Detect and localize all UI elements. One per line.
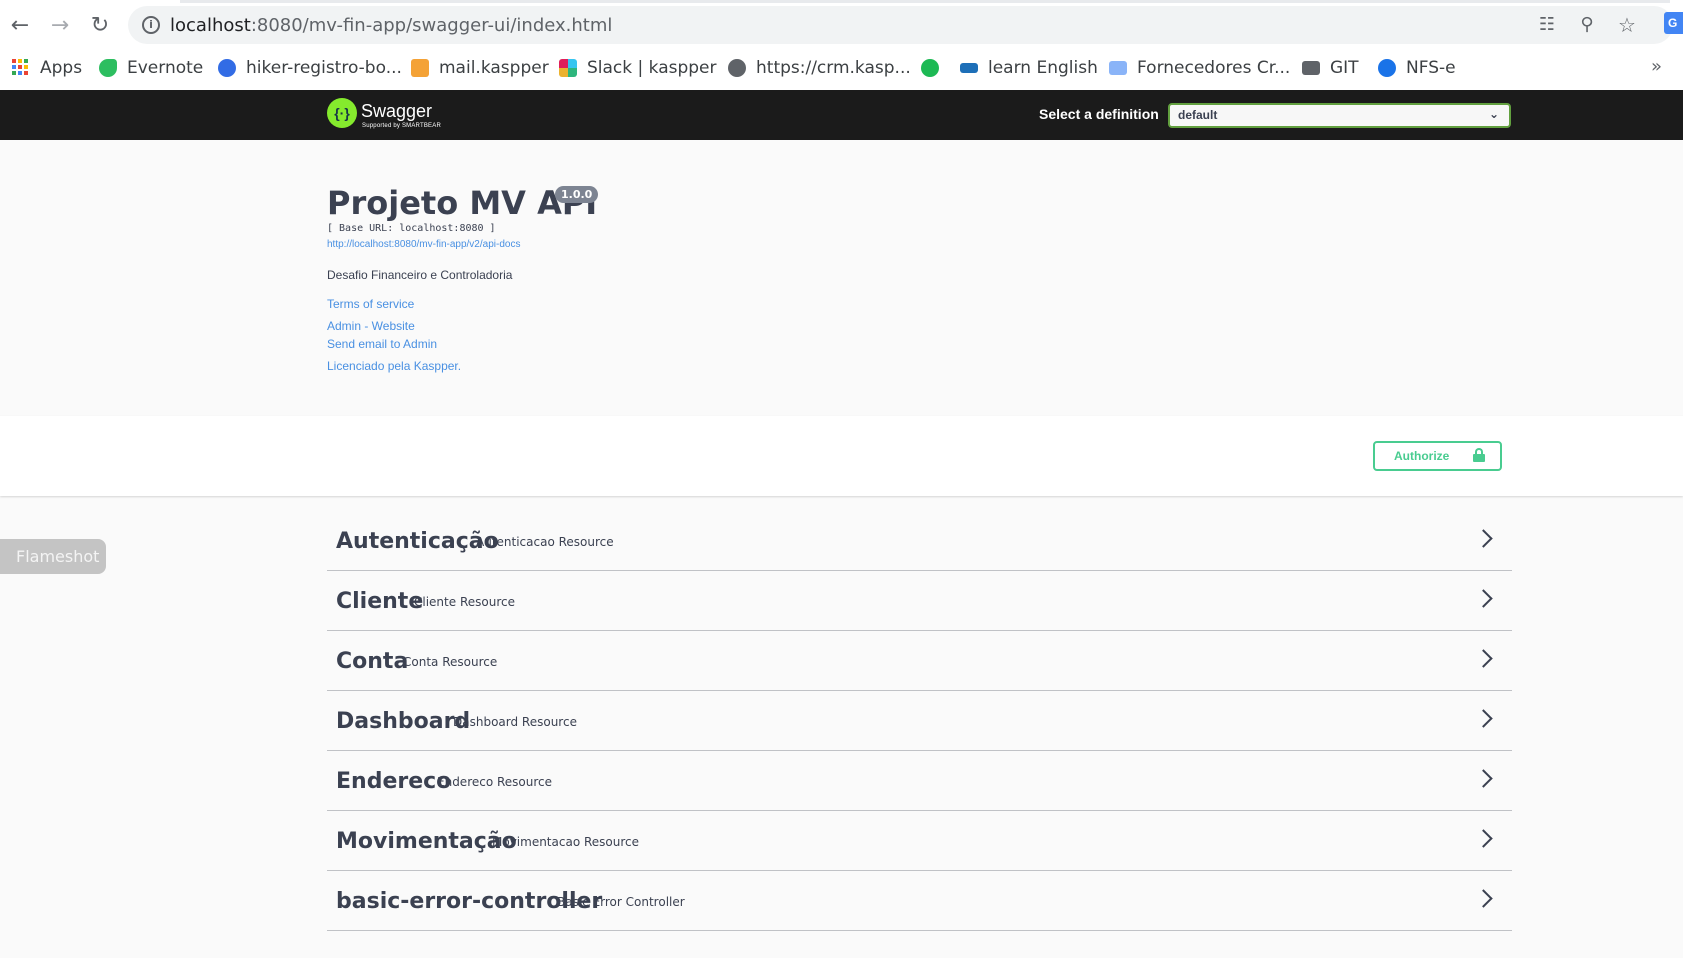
world-icon (1378, 59, 1396, 77)
chevron-right-icon[interactable] (1473, 527, 1497, 551)
chevron-down-icon: ⌄ (1488, 107, 1499, 121)
evernote-icon (99, 59, 117, 77)
tag-section-dashboard[interactable]: Dashboard Dashboard Resource (327, 691, 1512, 751)
slack-icon (559, 59, 577, 77)
bookmark-label: Slack | kaspper (587, 58, 717, 78)
bookmark-evernote[interactable]: Evernote (99, 54, 203, 82)
scheme-container: Authorize (0, 416, 1683, 496)
tag-name: Conta (336, 649, 409, 674)
mail-icon (411, 59, 429, 77)
bookmark-label: learn English (988, 58, 1098, 78)
bookmark-apps[interactable]: Apps (12, 54, 82, 82)
swagger-logo-subtext: Supported by SMARTBEAR (362, 123, 441, 129)
tag-name: Dashboard (336, 709, 471, 734)
tag-description: Dashboard Resource (453, 715, 577, 729)
tag-section-endereco[interactable]: Endereco Endereco Resource (327, 751, 1512, 811)
bookmark-hiker-registro[interactable]: hiker-registro-bo... (218, 54, 402, 82)
tag-name: Autenticação (336, 529, 499, 554)
tag-description: Conta Resource (403, 655, 498, 669)
browser-chrome: ← → ↻ i localhost:8080/mv-fin-app/swagge… (0, 0, 1683, 90)
bookmark-label: Apps (40, 58, 83, 78)
bookmark-label: mail.kaspper (439, 58, 549, 78)
tag-description: Basic Error Controller (557, 895, 685, 909)
chevron-right-icon[interactable] (1473, 587, 1497, 611)
swagger-logo-text: Swagger (361, 101, 433, 121)
bookmark-crm[interactable]: https://crm.kasp... (728, 54, 911, 82)
license-link[interactable]: Licenciado pela Kaspper. (327, 359, 461, 373)
envelope-icon (1109, 61, 1127, 75)
bolt-icon (921, 59, 939, 77)
bookmarks-bar: Apps Evernote hiker-registro-bo... mail.… (0, 52, 1683, 84)
chevron-right-icon[interactable] (1473, 767, 1497, 791)
authorize-button[interactable]: Authorize (1373, 441, 1502, 471)
lock-icon (1473, 448, 1485, 462)
apps-grid-icon (12, 59, 30, 77)
version-badge: 1.0.0 (555, 186, 599, 203)
bookmark-star-icon[interactable]: ☆ (1616, 14, 1638, 36)
admin-website-link[interactable]: Admin - Website (327, 319, 415, 333)
globe-icon (728, 59, 746, 77)
tag-description: Autenticacao Resource (476, 535, 614, 549)
url-path: :8080/mv-fin-app/swagger-ui/index.html (250, 15, 613, 36)
url-text[interactable]: localhost:8080/mv-fin-app/swagger-ui/ind… (170, 15, 612, 36)
bookmark-mail-kaspper[interactable]: mail.kaspper (411, 54, 549, 82)
bookmark-label: https://crm.kasp... (756, 58, 911, 78)
chevron-right-icon[interactable] (1473, 707, 1497, 731)
chevron-right-icon[interactable] (1473, 887, 1497, 911)
api-docs-link[interactable]: http://localhost:8080/mv-fin-app/v2/api-… (327, 239, 520, 250)
tag-section-conta[interactable]: Conta Conta Resource (327, 631, 1512, 691)
url-host: localhost (170, 15, 251, 36)
more-bookmarks-icon[interactable]: » (1651, 56, 1662, 77)
tag-section-cliente[interactable]: Cliente Cliente Resource (327, 571, 1512, 631)
definition-label: Select a definition (1039, 106, 1159, 122)
bookmark-label: Fornecedores Cr... (1137, 58, 1291, 78)
definition-select-value: default (1178, 108, 1218, 122)
translate-icon[interactable]: ☷ (1536, 14, 1558, 36)
bookmark-label: Evernote (127, 58, 204, 78)
send-email-link[interactable]: Send email to Admin (327, 337, 437, 351)
tag-section-autenticacao[interactable]: Autenticação Autenticacao Resource (327, 511, 1512, 571)
folder-icon (1302, 61, 1320, 75)
terms-of-service-link[interactable]: Terms of service (327, 297, 414, 311)
address-bar[interactable]: i localhost:8080/mv-fin-app/swagger-ui/i… (128, 6, 1673, 44)
back-arrow-icon[interactable]: ← (5, 10, 35, 40)
api-description: Desafio Financeiro e Controladoria (327, 268, 513, 282)
reload-icon[interactable]: ↻ (85, 10, 115, 40)
base-url: [ Base URL: localhost:8080 ] (327, 223, 496, 234)
zoom-icon[interactable]: ⚲ (1576, 14, 1598, 36)
vocabulary-icon (960, 63, 978, 73)
bookmark-fornecedores[interactable]: Fornecedores Cr... (1109, 54, 1290, 82)
tag-section-movimentacao[interactable]: Movimentação Movimentacao Resource (327, 811, 1512, 871)
bookmark-slack[interactable]: Slack | kaspper (559, 54, 717, 82)
tag-description: Movimentacao Resource (492, 835, 640, 849)
bookmark-learn-english[interactable]: learn English (960, 54, 1098, 82)
flameshot-tab[interactable]: Flameshot (0, 539, 106, 574)
chevron-right-icon[interactable] (1473, 827, 1497, 851)
google-translate-extension-icon[interactable]: G (1664, 12, 1683, 34)
bookmark-bolt[interactable] (921, 54, 949, 82)
tab-strip-line (180, 0, 1670, 3)
bookmark-nfse[interactable]: NFS-e (1378, 54, 1456, 82)
tab-strip (0, 0, 1683, 4)
bookmark-git[interactable]: GIT (1302, 54, 1359, 82)
swagger-topbar: {·} Swagger Supported by SMARTBEAR Selec… (0, 90, 1683, 140)
tag-name: Cliente (336, 589, 424, 614)
authorize-label: Authorize (1394, 449, 1450, 463)
site-info-icon[interactable]: i (142, 16, 160, 34)
forward-arrow-icon[interactable]: → (45, 10, 75, 40)
chevron-right-icon[interactable] (1473, 647, 1497, 671)
definition-select[interactable]: default ⌄ (1168, 103, 1511, 128)
kubernetes-icon (218, 59, 236, 77)
operations-tags: Autenticação Autenticacao Resource Clien… (327, 511, 1512, 931)
tag-description: Endereco Resource (437, 775, 553, 789)
tag-section-basic-error-controller[interactable]: basic-error-controller Basic Error Contr… (327, 871, 1512, 931)
swagger-logo-icon[interactable]: {·} (327, 98, 357, 128)
bookmark-label: GIT (1330, 58, 1359, 78)
tag-description: Cliente Resource (414, 595, 515, 609)
tag-name: Movimentação (336, 829, 517, 854)
bookmark-label: NFS-e (1406, 58, 1456, 78)
bookmark-label: hiker-registro-bo... (246, 58, 402, 78)
tag-name: Endereco (336, 769, 452, 794)
